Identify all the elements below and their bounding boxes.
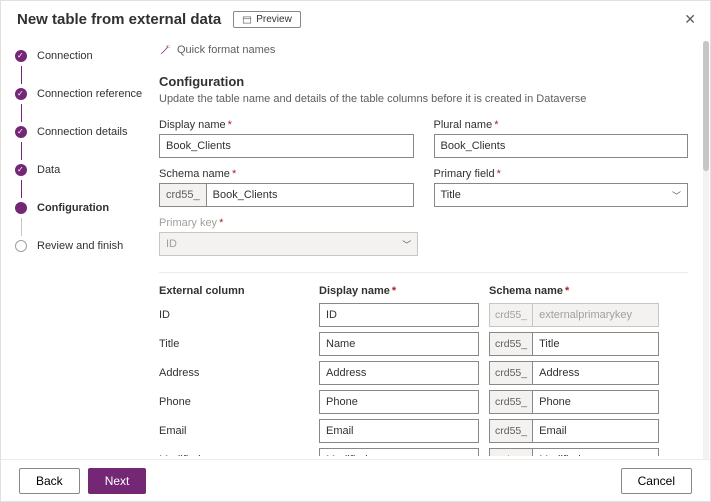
column-display-name-input[interactable] [319, 448, 479, 456]
schema-name-label: Schema name* [159, 168, 414, 180]
column-row: ID crd55_ [159, 303, 688, 327]
step-label: Data [37, 164, 60, 176]
column-schema-name-input[interactable] [532, 361, 659, 385]
col-header-schema: Schema name* [489, 285, 659, 297]
schema-name-input[interactable] [206, 183, 414, 207]
step-label: Connection reference [37, 88, 142, 100]
step-dot-icon [15, 240, 27, 252]
step-dot-icon [15, 202, 27, 214]
column-row: Email crd55_ [159, 419, 688, 443]
schema-prefix: crd55_ [489, 448, 532, 456]
columns-header: External column Display name* Schema nam… [159, 285, 688, 297]
columns-list: ID crd55_ Title crd55_ Address crd55_ Phone crd… [159, 303, 688, 456]
column-display-name-input[interactable] [319, 390, 479, 414]
col-header-external: External column [159, 285, 309, 297]
step-label: Connection [37, 50, 93, 62]
chevron-down-icon: ﹀ [672, 189, 681, 202]
column-display-name-input[interactable] [319, 332, 479, 356]
schema-prefix: crd55_ [489, 361, 532, 385]
step-label: Connection details [37, 126, 128, 138]
column-schema-name-input[interactable] [532, 332, 659, 356]
external-column-name: Title [159, 338, 309, 350]
step-dot-icon [15, 88, 27, 100]
primary-key-label: Primary key* [159, 217, 418, 229]
dialog-footer: Back Next Cancel [1, 459, 710, 501]
primary-field-label: Primary field* [434, 168, 689, 180]
external-column-name: Modified [159, 454, 309, 456]
step-label: Configuration [37, 202, 109, 214]
external-column-name: Email [159, 425, 309, 437]
wizard-step-connection-reference[interactable]: Connection reference [15, 84, 149, 104]
config-subtitle: Update the table name and details of the… [159, 93, 688, 105]
step-label: Review and finish [37, 240, 123, 252]
primary-field-value: Title [441, 189, 461, 201]
preview-label: Preview [256, 14, 292, 25]
column-schema-name-input[interactable] [532, 448, 659, 456]
column-row: Title crd55_ [159, 332, 688, 356]
wizard-step-review-and-finish[interactable]: Review and finish [15, 236, 149, 256]
external-column-name: Phone [159, 396, 309, 408]
preview-button[interactable]: Preview [233, 11, 301, 28]
external-column-name: Address [159, 367, 309, 379]
column-schema-name-input[interactable] [532, 419, 659, 443]
column-display-name-input[interactable] [319, 361, 479, 385]
schema-prefix: crd55_ [489, 390, 532, 414]
wand-icon [159, 44, 171, 56]
column-schema-name-input [532, 303, 659, 327]
back-button[interactable]: Back [19, 468, 80, 494]
cancel-button[interactable]: Cancel [621, 468, 692, 494]
divider [159, 272, 688, 273]
column-display-name-input[interactable] [319, 303, 479, 327]
primary-field-select[interactable]: Title ﹀ [434, 183, 689, 207]
schema-prefix: crd55_ [489, 303, 532, 327]
dialog-header: New table from external data Preview ✕ [1, 1, 710, 38]
col-header-display: Display name* [319, 285, 479, 297]
column-display-name-input[interactable] [319, 419, 479, 443]
scrollbar[interactable] [703, 41, 709, 459]
quick-format-names[interactable]: Quick format names [159, 38, 688, 70]
step-dot-icon [15, 126, 27, 138]
wizard-step-data[interactable]: Data [15, 160, 149, 180]
close-icon[interactable]: ✕ [684, 11, 696, 28]
next-button[interactable]: Next [88, 468, 147, 494]
schema-prefix: crd55_ [489, 332, 532, 356]
schema-prefix: crd55_ [159, 183, 206, 207]
column-schema-name-input[interactable] [532, 390, 659, 414]
wizard-step-connection-details[interactable]: Connection details [15, 122, 149, 142]
plural-name-label: Plural name* [434, 119, 689, 131]
column-row: Address crd55_ [159, 361, 688, 385]
column-row: Modified crd55_ [159, 448, 688, 456]
config-title: Configuration [159, 74, 688, 89]
plural-name-input[interactable] [434, 134, 689, 158]
display-name-input[interactable] [159, 134, 414, 158]
wizard-step-configuration[interactable]: Configuration [15, 198, 149, 218]
dialog-title: New table from external data [17, 11, 221, 28]
wizard-steps: Connection Connection reference Connection… [1, 38, 149, 456]
quick-format-label: Quick format names [177, 44, 275, 56]
schema-prefix: crd55_ [489, 419, 532, 443]
primary-key-select: ID ﹀ [159, 232, 418, 256]
external-column-name: ID [159, 309, 309, 321]
step-dot-icon [15, 164, 27, 176]
primary-key-value: ID [166, 238, 177, 250]
chevron-down-icon: ﹀ [402, 238, 411, 251]
wizard-step-connection[interactable]: Connection [15, 46, 149, 66]
display-name-label: Display name* [159, 119, 414, 131]
step-dot-icon [15, 50, 27, 62]
column-row: Phone crd55_ [159, 390, 688, 414]
preview-icon [242, 15, 252, 25]
main-panel: Quick format names Configuration Update … [149, 38, 710, 456]
